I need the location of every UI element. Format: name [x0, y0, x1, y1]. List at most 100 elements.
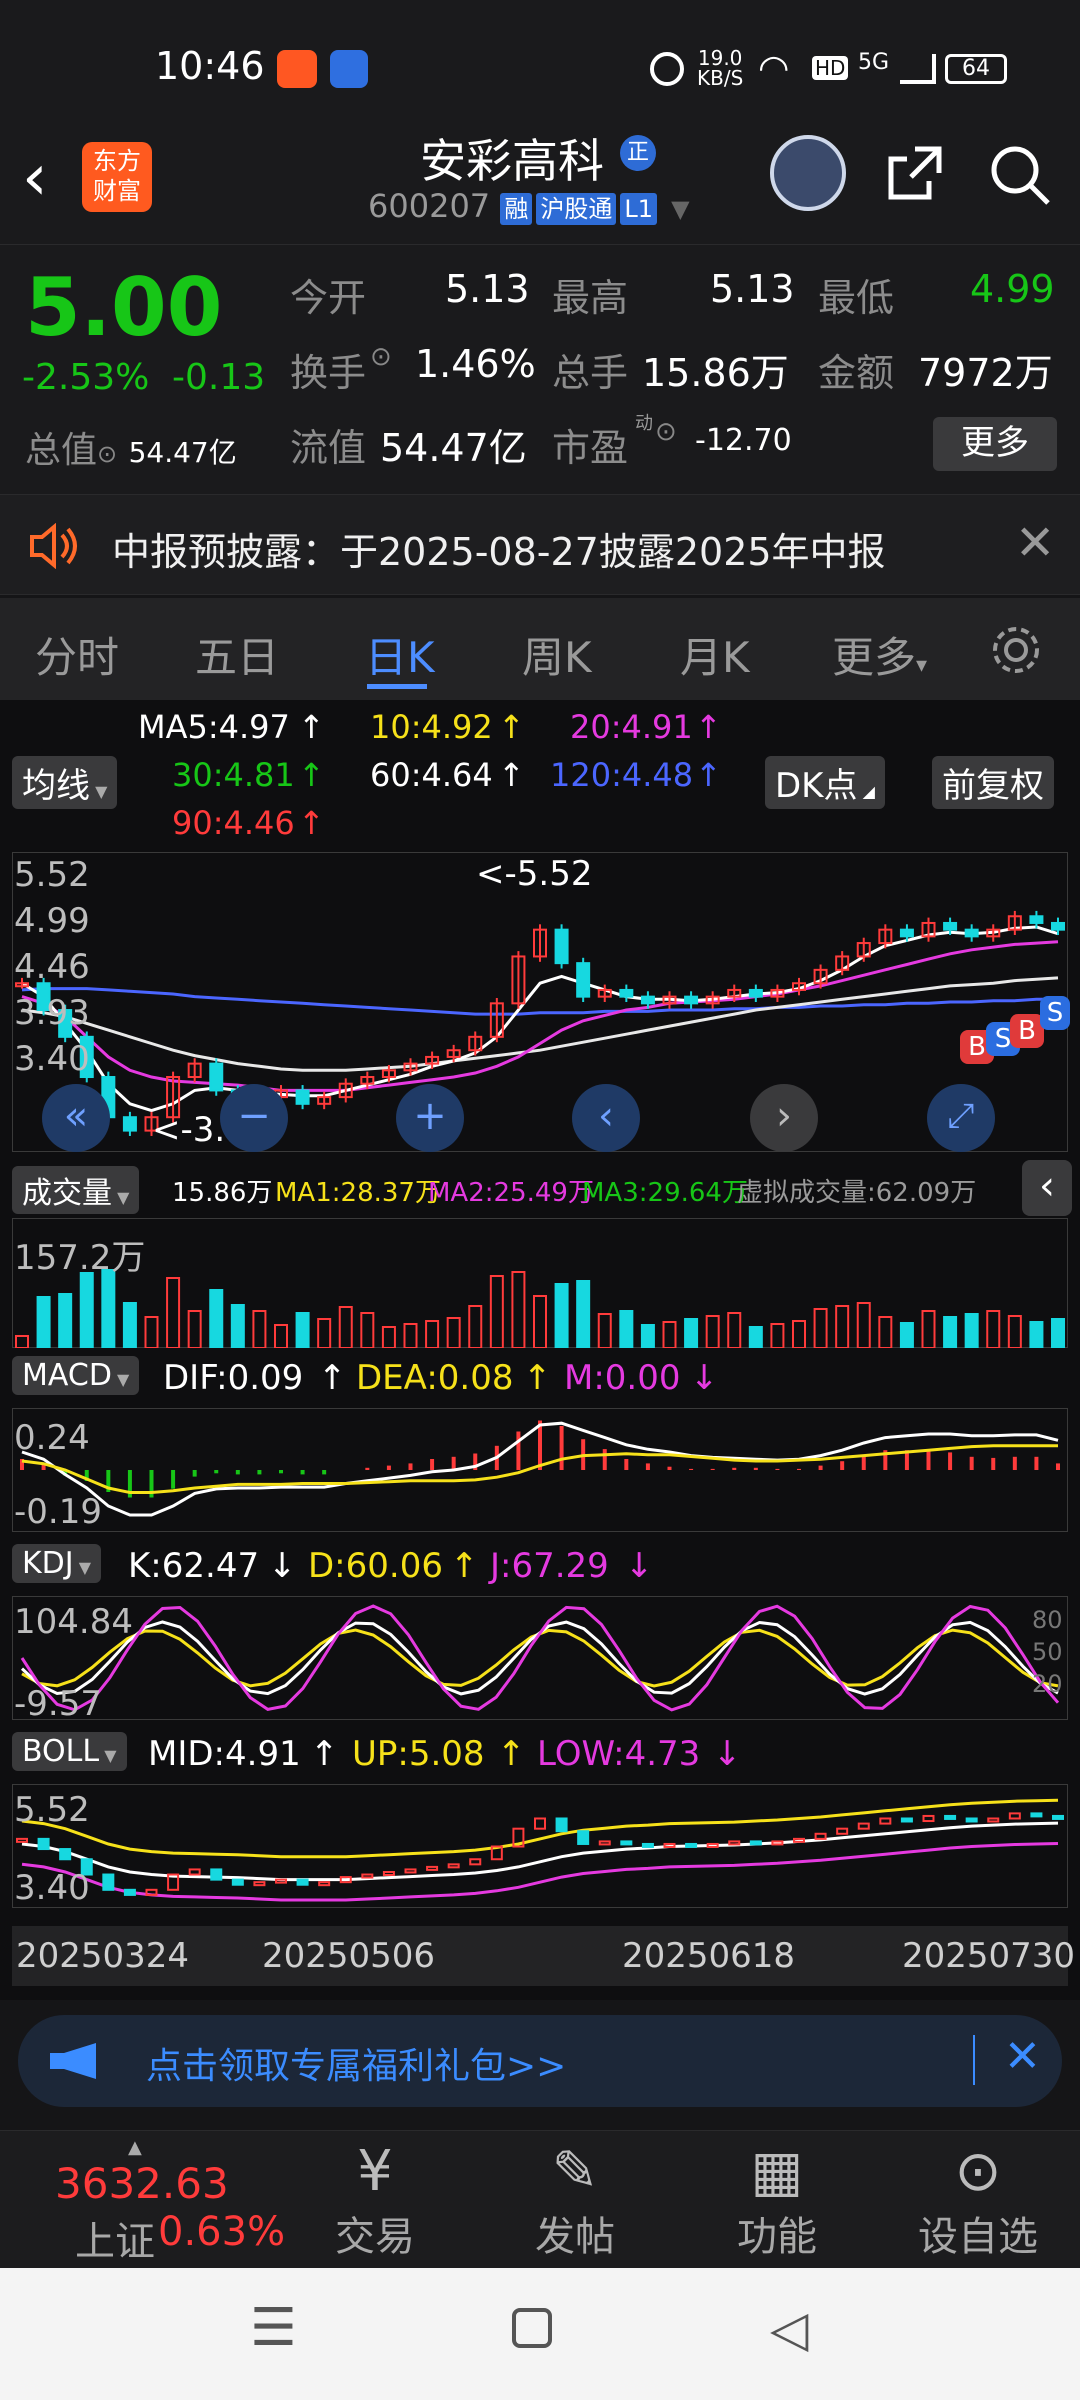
candle-body — [1029, 915, 1044, 924]
boll-candle — [210, 1868, 223, 1881]
tab-weekly-k[interactable]: 周K — [522, 624, 592, 685]
kdj-level: 80 — [1032, 1606, 1063, 1634]
alarm-icon — [650, 52, 684, 86]
back-nav-icon[interactable]: ◁ — [770, 2300, 808, 2358]
gear-icon[interactable] — [988, 622, 1044, 678]
boll-candle — [836, 1827, 849, 1835]
kline-chart[interactable]: MA5:4.97 ↑ 10:4.92 ↑ 20:4.91 ↑ 30:4.81 ↑ 60:… — [0, 700, 1080, 2000]
nav-add-watchlist[interactable]: ⊙ 设自选 — [898, 2131, 1058, 2262]
tab-monthly-k[interactable]: 月K — [680, 624, 750, 685]
sell-signal[interactable]: S — [1040, 996, 1070, 1030]
boll-panel[interactable] — [12, 1784, 1068, 1908]
home-icon[interactable] — [512, 2308, 552, 2348]
boll-button[interactable]: BOLL ▼ — [12, 1732, 127, 1771]
buy-signal[interactable]: B — [1010, 1014, 1044, 1048]
grid-icon: ▦ — [750, 2139, 804, 2204]
megaphone-icon — [50, 2043, 96, 2079]
tab-daily-k[interactable]: 日K — [365, 624, 435, 685]
hd-icon: HD — [812, 56, 849, 80]
dk-button[interactable]: DK点 ◢ — [765, 756, 885, 809]
boll-candle — [188, 1868, 201, 1876]
date-label: 20250618 — [622, 1936, 796, 1976]
fullscreen-icon[interactable]: ⤢ — [927, 1084, 995, 1152]
price-panel[interactable] — [12, 852, 1068, 1152]
promo-banner[interactable]: 点击领取专属福利礼包>> ✕ — [18, 2015, 1062, 2107]
tag-margin: 融 — [500, 193, 533, 225]
trade-icon: ¥ — [357, 2139, 393, 2204]
kdj-panel[interactable] — [12, 1596, 1068, 1720]
volume-panel[interactable] — [12, 1218, 1068, 1348]
volume-bar — [1051, 1318, 1065, 1348]
stock-header: ‹ 东方 财富 安彩高科 正 600207 融沪股通 L1 ▼ — [0, 115, 1080, 245]
volume-bar — [317, 1318, 332, 1348]
volume-button[interactable]: 成交量 ▼ — [12, 1166, 140, 1214]
volume-bar — [705, 1315, 720, 1348]
network-type: 5G — [858, 50, 890, 75]
volume-bar — [338, 1306, 353, 1348]
tab-intraday[interactable]: 分时 — [35, 624, 119, 685]
kdj-level: 50 — [1032, 1638, 1063, 1666]
share-icon[interactable] — [885, 143, 945, 203]
volume-bar — [58, 1293, 73, 1348]
index-quote[interactable]: ▲ 3632.63 上证 0.63% — [0, 2131, 300, 2271]
close-icon[interactable]: ✕ — [1004, 2031, 1041, 2082]
kdj-button[interactable]: KDJ ▼ — [12, 1544, 102, 1583]
volume-bar — [662, 1321, 677, 1348]
zoom-out-icon[interactable]: − — [220, 1084, 288, 1152]
kdj-d-line — [21, 1628, 1059, 1688]
collapse-icon[interactable]: ‹ — [1022, 1160, 1072, 1216]
volume-bar — [36, 1296, 51, 1348]
scroll-right-icon[interactable]: › — [750, 1084, 818, 1152]
boll-candle — [749, 1840, 762, 1846]
boll-candle — [987, 1817, 1000, 1823]
macd-tick: 0.24 — [14, 1418, 90, 1458]
app-logo[interactable]: 东方 财富 — [82, 142, 152, 212]
scroll-left-icon[interactable]: ‹ — [572, 1084, 640, 1152]
volume-bar — [943, 1316, 958, 1348]
macd-panel[interactable] — [12, 1408, 1068, 1532]
volume-bar — [489, 1275, 504, 1348]
boll-candle — [145, 1888, 158, 1896]
market-cap: 总值⊙ 54.47亿 — [25, 430, 237, 471]
volume-bar — [748, 1326, 763, 1348]
close-icon[interactable]: ✕ — [1015, 515, 1055, 571]
promo-text: 点击领取专属福利礼包>> — [146, 2046, 567, 2087]
boll-candle — [447, 1863, 460, 1869]
volume-legend: 成交量 ▼ 15.86万 MA1:28.37万 MA2:25.49万 MA3:2… — [0, 1162, 1080, 1214]
volume-bar — [360, 1312, 375, 1348]
volume-bar — [252, 1310, 267, 1348]
tab-more[interactable]: 更多▾ — [832, 624, 927, 685]
ma60-line — [21, 976, 1059, 1072]
robot-assistant-icon[interactable] — [770, 135, 846, 211]
boll-candle — [620, 1840, 633, 1846]
scroll-left-fast-icon[interactable]: « — [42, 1084, 110, 1152]
kdj-j-line — [20, 1604, 1060, 1712]
more-button[interactable]: 更多 — [933, 417, 1057, 471]
boll-candle — [469, 1858, 482, 1866]
adjust-button[interactable]: 前复权 — [932, 756, 1054, 809]
boll-candle — [296, 1878, 309, 1886]
boll-tick: 3.40 — [14, 1868, 90, 1908]
back-icon[interactable]: ‹ — [22, 141, 48, 215]
kdj-legend: KDJ ▼ K:62.47 ↓ D:60.06 ↑ J:67.29 ↓ — [0, 1540, 1080, 1592]
volume-bar — [381, 1326, 396, 1348]
nav-trade[interactable]: ¥ 交易 — [295, 2131, 455, 2262]
boll-candle — [253, 1881, 266, 1887]
volume-bar — [15, 1335, 29, 1348]
volume-bar — [79, 1272, 94, 1348]
boll-candle — [577, 1830, 590, 1845]
tab-five-day[interactable]: 五日 — [195, 624, 279, 685]
stock-name: 安彩高科 — [420, 134, 604, 188]
nav-post[interactable]: ✎ 发帖 — [495, 2131, 655, 2262]
notice-bar[interactable]: 中报预披露：于2025-08-27披露2025年中报 ✕ — [0, 495, 1080, 595]
zoom-in-icon[interactable]: + — [396, 1084, 464, 1152]
wifi-icon: ◠ — [758, 48, 790, 89]
ma-button[interactable]: 均线 ▼ — [12, 756, 118, 809]
search-icon[interactable] — [988, 143, 1052, 207]
nav-functions[interactable]: ▦ 功能 — [697, 2131, 857, 2262]
chevron-down-icon[interactable]: ▼ — [671, 195, 689, 223]
edit-icon: ✎ — [551, 2139, 599, 2204]
macd-button[interactable]: MACD ▼ — [12, 1356, 140, 1395]
menu-icon[interactable]: ☰ — [250, 2298, 297, 2358]
info-icon: ⊙ — [97, 440, 118, 468]
